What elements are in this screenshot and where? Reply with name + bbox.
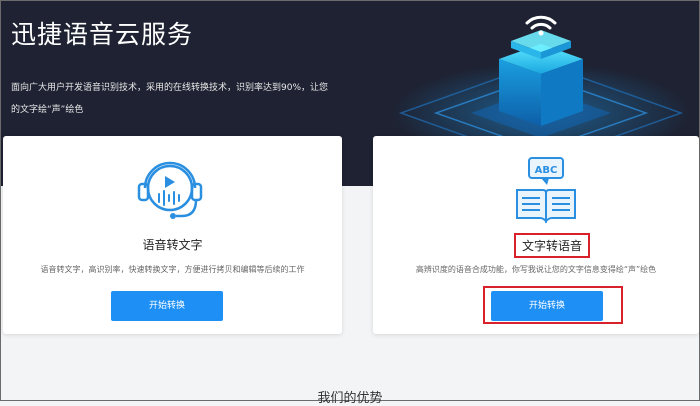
section-title: 我们的优势	[317, 391, 383, 406]
card-description: 语音转文字，高识别率，快速转换文字，方便进行拷贝和编辑等后续的工作	[40, 265, 305, 274]
hero-title: 迅捷语音云服务	[11, 20, 194, 49]
headset-icon	[137, 161, 203, 219]
card-title: 语音转文字	[142, 238, 203, 252]
book-abc-icon: ABC	[516, 157, 576, 224]
start-convert-button[interactable]: 开始转换	[111, 291, 223, 321]
start-convert-button[interactable]: 开始转换	[491, 291, 603, 321]
hero-description: 面向广大用户开发语音识别技术，采用的在线转换技术，识别率达到90%，让您的文字绘…	[11, 83, 329, 115]
text-to-speech-card: ABC 文字转语音 高辨识度的语音合成功能，你写我说让您的文字信息变得绘“声”绘…	[373, 136, 699, 334]
abc-label: ABC	[535, 165, 558, 176]
card-title: 文字转语音	[514, 233, 591, 258]
speech-to-text-card: 语音转文字 语音转文字，高识别率，快速转换文字，方便进行拷贝和编辑等后续的工作 …	[3, 136, 342, 334]
card-description: 高辨识度的语音合成功能，你写我说让您的文字信息变得绘“声”绘色	[415, 265, 657, 274]
